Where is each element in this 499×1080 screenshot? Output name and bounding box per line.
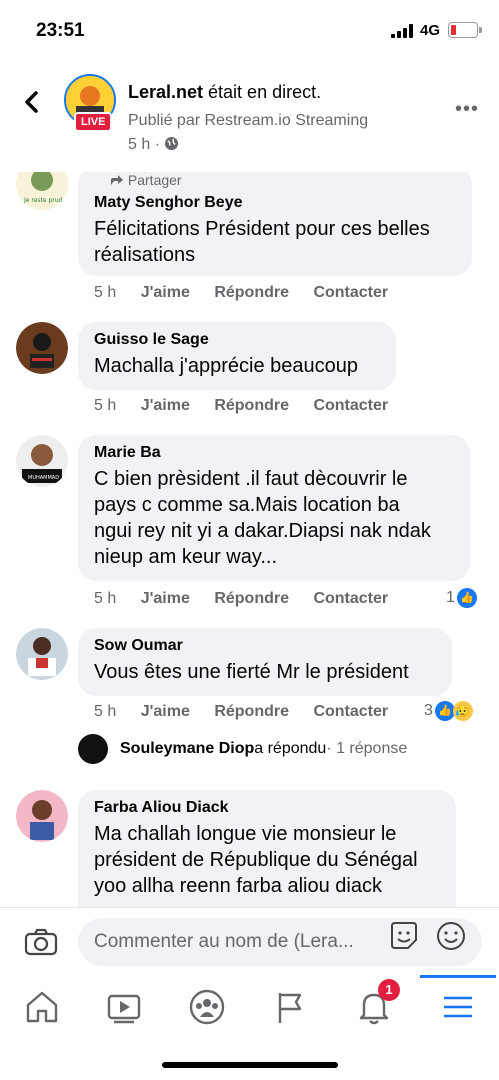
- comment-input[interactable]: Commenter au nom de (Lera...: [78, 918, 482, 966]
- reaction-summary[interactable]: 1 👍: [446, 588, 477, 608]
- comment-author[interactable]: Maty Senghor Beye: [94, 194, 456, 212]
- comment-composer: Commenter au nom de (Lera...: [0, 907, 499, 976]
- post-header: LIVE Leral.net était en direct. Publié p…: [0, 62, 499, 172]
- contact-button[interactable]: Contacter: [313, 397, 388, 414]
- groups-icon[interactable]: [187, 987, 227, 1027]
- status-time: 23:51: [36, 20, 85, 41]
- comment-text: C bien prèsident .il faut dècouvrir le pa…: [94, 468, 431, 568]
- home-indicator[interactable]: [162, 1062, 338, 1068]
- menu-icon[interactable]: [420, 975, 496, 1027]
- reaction-count: 1: [446, 589, 455, 606]
- contact-button[interactable]: Contacter: [313, 590, 388, 607]
- back-arrow-icon[interactable]: [22, 90, 42, 114]
- like-reaction-icon: 👍: [456, 588, 477, 608]
- comment-text: Vous êtes une fierté Mr le président: [94, 661, 409, 683]
- comment-text: Ma challah longue vie monsieur le préside…: [94, 823, 418, 897]
- network-type: 4G: [420, 22, 441, 39]
- camera-icon[interactable]: [24, 928, 58, 956]
- like-button[interactable]: J'aime: [141, 397, 190, 414]
- reply-button[interactable]: Répondre: [214, 590, 289, 607]
- comment-actions: 5 h J'aime Répondre Contacter: [94, 397, 389, 414]
- reply-summary[interactable]: Souleymane Diop a répondu · 1 réponse: [78, 734, 407, 764]
- comment-actions: 5 h J'aime Répondre Contacter: [94, 703, 389, 720]
- emoji-icon[interactable]: [435, 920, 467, 952]
- avatar[interactable]: [16, 322, 68, 374]
- like-reaction-icon: 👍: [434, 701, 455, 721]
- like-button[interactable]: J'aime: [141, 590, 190, 607]
- comment-bubble[interactable]: Sow Oumar Vous êtes une fierté Mr le pré…: [78, 628, 452, 696]
- status-bar: 23:51 4G: [0, 0, 499, 62]
- avatar[interactable]: [16, 628, 68, 680]
- comment-author[interactable]: Sow Oumar: [94, 637, 436, 655]
- svg-text:MUHAMMAD: MUHAMMAD: [28, 475, 59, 481]
- contact-button[interactable]: Contacter: [313, 284, 388, 301]
- signal-icon: [391, 24, 413, 38]
- svg-text:Je reste prudent: Je reste prudent: [23, 197, 68, 204]
- post-time: 5 h ·: [128, 136, 179, 154]
- reply-author[interactable]: Souleymane Diop: [120, 740, 254, 758]
- reply-button[interactable]: Répondre: [214, 703, 289, 720]
- comment-bubble[interactable]: Guisso le Sage Machalla j'apprécie beauc…: [78, 322, 396, 390]
- post-title: Leral.net était en direct.: [128, 82, 321, 103]
- share-indicator: Partager: [110, 172, 456, 188]
- reaction-summary[interactable]: 3 👍 😥: [424, 701, 473, 721]
- page-name[interactable]: Leral.net: [128, 82, 203, 102]
- comment-actions: 5 h J'aime Répondre Contacter: [94, 590, 389, 607]
- globe-icon: [165, 136, 179, 151]
- comment-bubble[interactable]: Partager Maty Senghor Beye Félicitations…: [78, 172, 472, 276]
- notifications-badge: 1: [378, 979, 400, 1001]
- bottom-tab-bar: 1: [0, 975, 499, 1045]
- comment-bubble[interactable]: Farba Aliou Diack Ma challah longue vie …: [78, 790, 456, 907]
- pages-flag-icon[interactable]: [270, 987, 310, 1027]
- comment-author[interactable]: Guisso le Sage: [94, 331, 380, 349]
- share-icon: [111, 175, 123, 185]
- home-icon[interactable]: [22, 987, 62, 1027]
- comment-text: Machalla j'apprécie beaucoup: [94, 355, 358, 377]
- reaction-count: 3: [424, 702, 433, 719]
- live-badge: LIVE: [74, 112, 113, 132]
- like-button[interactable]: J'aime: [141, 284, 190, 301]
- published-by: Publié par Restream.io Streaming: [128, 112, 369, 129]
- avatar[interactable]: [16, 790, 68, 842]
- battery-icon: [448, 22, 482, 38]
- comment-author[interactable]: Farba Aliou Diack: [94, 799, 440, 817]
- contact-button[interactable]: Contacter: [313, 703, 388, 720]
- reply-button[interactable]: Répondre: [214, 397, 289, 414]
- comment-author[interactable]: Marie Ba: [94, 444, 454, 462]
- reply-avatar: [78, 734, 108, 764]
- reply-button[interactable]: Répondre: [214, 284, 289, 301]
- sad-reaction-icon: 😥: [452, 701, 473, 721]
- more-options-icon[interactable]: •••: [455, 98, 479, 121]
- comment-actions: 5 h J'aime Répondre Contacter: [94, 284, 389, 301]
- comment-bubble[interactable]: Marie Ba C bien prèsident .il faut dècou…: [78, 435, 470, 581]
- video-icon[interactable]: [104, 987, 144, 1027]
- post-title-suffix: était en direct.: [203, 82, 322, 102]
- sticker-icon[interactable]: [388, 920, 420, 952]
- comments-feed[interactable]: Je reste prudent Partager Maty Senghor B…: [0, 172, 499, 907]
- avatar[interactable]: Je reste prudent: [16, 172, 68, 210]
- like-button[interactable]: J'aime: [141, 703, 190, 720]
- comment-text: Félicitations Président pour ces belles r…: [94, 218, 430, 266]
- avatar[interactable]: MUHAMMAD: [16, 435, 68, 487]
- active-tab-indicator: [420, 975, 496, 978]
